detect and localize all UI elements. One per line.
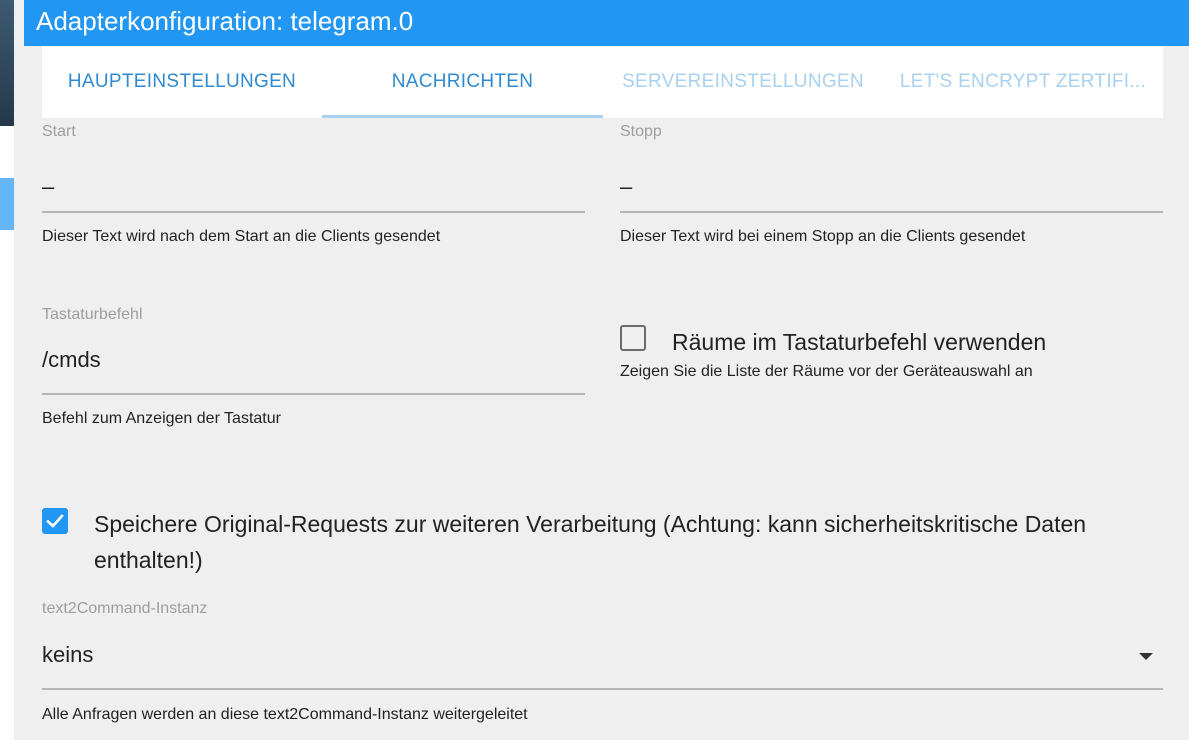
- active-tab-indicator: [322, 115, 603, 118]
- rooms-checkbox-label[interactable]: Räume im Tastaturbefehl verwenden: [672, 329, 1046, 356]
- rooms-helper: Zeigen Sie die Liste der Räume vor der G…: [620, 363, 1033, 380]
- start-helper: Dieser Text wird nach dem Start an die C…: [42, 228, 441, 245]
- rooms-checkbox[interactable]: [620, 325, 646, 351]
- adapter-config-dialog: Adapterkonfiguration: telegram.0 HAUPTEI…: [14, 0, 1189, 740]
- text2command-helper: Alle Anfragen werden an diese text2Comma…: [42, 706, 528, 723]
- text2command-underline: [42, 688, 1163, 690]
- background-page: [0, 0, 14, 740]
- text2command-label: text2Command-Instanz: [42, 600, 208, 617]
- save-requests-label-line2[interactable]: enthalten!): [94, 547, 203, 574]
- save-requests-checkbox[interactable]: [42, 508, 68, 534]
- keyboard-command-input[interactable]: /cmds: [42, 347, 101, 373]
- chevron-down-icon[interactable]: [1139, 653, 1153, 660]
- start-underline: [42, 211, 585, 213]
- dialog-title: Adapterkonfiguration: telegram.0: [24, 0, 1189, 46]
- save-requests-label-line1[interactable]: Speichere Original-Requests zur weiteren…: [94, 511, 1086, 538]
- background-header-image: [0, 0, 14, 126]
- stop-helper: Dieser Text wird bei einem Stopp an die …: [620, 228, 1026, 245]
- tab-server-settings[interactable]: SERVEREINSTELLUNGEN: [603, 46, 883, 118]
- tab-lets-encrypt[interactable]: LET'S ENCRYPT ZERTIFI...: [883, 46, 1163, 118]
- tab-main-settings[interactable]: HAUPTEINSTELLUNGEN: [42, 46, 322, 118]
- keyboard-command-underline: [42, 393, 585, 395]
- keyboard-command-label: Tastaturbefehl: [42, 306, 143, 323]
- tab-bar: HAUPTEINSTELLUNGEN NACHRICHTEN SERVEREIN…: [42, 46, 1163, 118]
- text2command-select[interactable]: keins: [42, 642, 93, 668]
- tab-messages[interactable]: NACHRICHTEN: [322, 46, 603, 118]
- start-label: Start: [42, 123, 76, 140]
- stop-input[interactable]: –: [620, 174, 632, 200]
- background-accent: [0, 178, 14, 230]
- keyboard-command-helper: Befehl zum Anzeigen der Tastatur: [42, 410, 281, 427]
- stop-label: Stopp: [620, 123, 662, 140]
- checkmark-icon: [46, 514, 64, 528]
- start-input[interactable]: –: [42, 174, 54, 200]
- stop-underline: [620, 211, 1163, 213]
